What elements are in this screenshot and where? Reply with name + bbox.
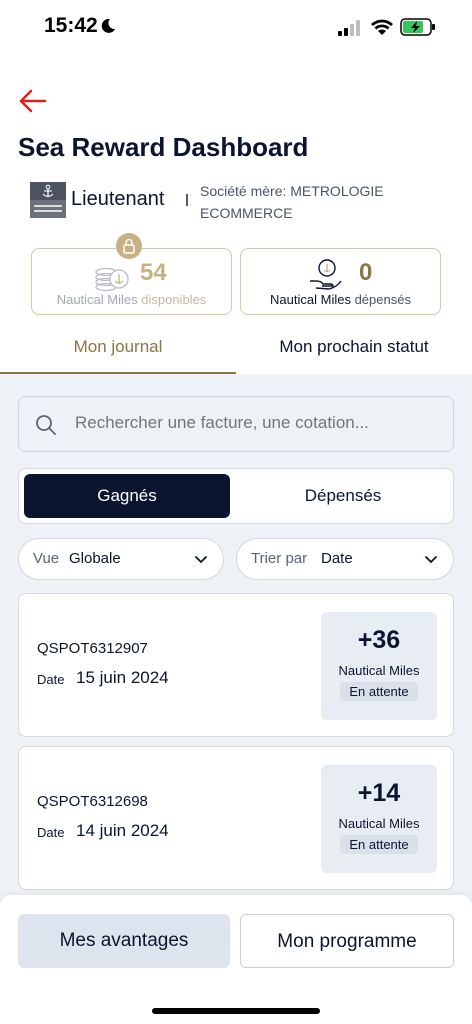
wifi-icon bbox=[371, 19, 393, 35]
transaction-date: 14 juin 2024 bbox=[76, 821, 169, 840]
status-time: 15:42 bbox=[44, 14, 98, 37]
segment-depenses[interactable]: Dépensés bbox=[240, 474, 446, 518]
transaction-id: QSPOT6312907 bbox=[37, 640, 148, 657]
tab-bar: Mon journal Mon prochain statut bbox=[0, 330, 472, 374]
rank-row: Lieutenant Société mère: METROLOGIE ECOM… bbox=[30, 178, 450, 224]
transaction-card[interactable]: QSPOT6312698 Date 14 juin 2024 +14 Nauti… bbox=[18, 746, 454, 890]
miles-spent-value: 0 bbox=[359, 259, 373, 286]
transaction-status-badge: En attente bbox=[340, 835, 418, 854]
search-input[interactable] bbox=[75, 413, 435, 433]
home-indicator[interactable] bbox=[152, 1008, 320, 1014]
company-line-1: Société mère: METROLOGIE bbox=[200, 183, 384, 199]
company-line-2: ECOMMERCE bbox=[200, 205, 293, 221]
vue-select-value: Globale bbox=[69, 550, 121, 567]
sort-select[interactable]: Trier par Date bbox=[236, 538, 454, 580]
sort-select-label: Trier par bbox=[251, 550, 308, 567]
transaction-amount: +36 bbox=[357, 626, 401, 654]
status-bar: 15:42 bbox=[0, 0, 472, 56]
miles-spent-card: 0 Nautical Miles dépensés bbox=[240, 248, 441, 315]
tab-mon-prochain-statut[interactable]: Mon prochain statut bbox=[236, 330, 472, 374]
rank-label: Lieutenant bbox=[71, 188, 165, 210]
page-title: Sea Reward Dashboard bbox=[18, 132, 309, 162]
tab-mon-journal[interactable]: Mon journal bbox=[0, 330, 236, 374]
bottom-action-bar: Mes avantages Mon programme bbox=[0, 895, 472, 1024]
miles-spent-label: Nautical Miles dépensés bbox=[270, 292, 411, 307]
transaction-date-label: Date bbox=[37, 672, 65, 687]
mon-programme-button[interactable]: Mon programme bbox=[240, 914, 454, 968]
transaction-points-box: +14 Nautical Miles En attente bbox=[321, 765, 437, 873]
miles-available-value: 54 bbox=[140, 259, 167, 286]
vue-select[interactable]: Vue Globale bbox=[18, 538, 224, 580]
transaction-date: 15 juin 2024 bbox=[76, 668, 169, 687]
transaction-unit: Nautical Miles bbox=[338, 816, 420, 831]
chevron-down-icon bbox=[425, 556, 437, 564]
search-icon bbox=[36, 415, 56, 435]
transaction-status-badge: En attente bbox=[340, 682, 418, 701]
parent-company: Société mère: METROLOGIE ECOMMERCE bbox=[200, 180, 440, 224]
lock-icon bbox=[116, 233, 142, 259]
signal-icon bbox=[338, 20, 360, 36]
earned-spent-toggle: Gagnés Dépensés bbox=[18, 468, 454, 524]
anchor-rank-icon bbox=[30, 182, 66, 218]
transaction-amount: +14 bbox=[357, 779, 401, 807]
mes-avantages-button[interactable]: Mes avantages bbox=[18, 914, 230, 968]
coins-stack-icon bbox=[95, 267, 129, 292]
transaction-card[interactable]: QSPOT6312907 Date 15 juin 2024 +36 Nauti… bbox=[18, 593, 454, 737]
miles-available-label: Nautical Miles disponibles bbox=[56, 292, 207, 307]
transaction-points-box: +36 Nautical Miles En attente bbox=[321, 612, 437, 720]
segment-gagnes[interactable]: Gagnés bbox=[24, 474, 230, 518]
back-arrow-icon[interactable] bbox=[18, 88, 48, 114]
search-box[interactable] bbox=[18, 396, 454, 452]
sort-select-value: Date bbox=[321, 550, 353, 567]
transaction-date-label: Date bbox=[37, 825, 65, 840]
chevron-down-icon bbox=[195, 556, 207, 564]
moon-icon bbox=[101, 18, 115, 33]
battery-icon bbox=[400, 18, 435, 36]
rank-divider bbox=[186, 194, 188, 206]
vue-select-label: Vue bbox=[33, 550, 60, 567]
transaction-unit: Nautical Miles bbox=[338, 663, 420, 678]
coin-hand-icon bbox=[310, 259, 342, 290]
transaction-id: QSPOT6312698 bbox=[37, 793, 148, 810]
